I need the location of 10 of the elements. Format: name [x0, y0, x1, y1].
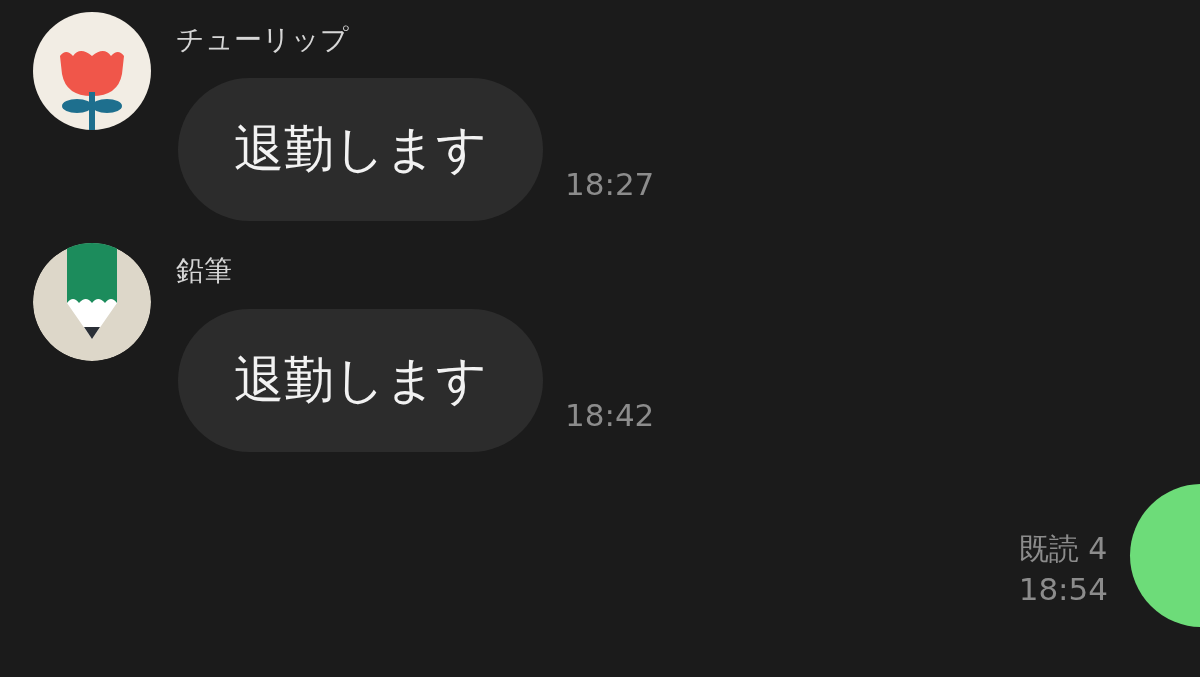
message-bubble: 退勤します: [178, 309, 543, 452]
message-time: 18:54: [1018, 570, 1108, 609]
pencil-avatar-icon[interactable]: [33, 243, 151, 361]
sender-name: チューリップ: [176, 22, 350, 58]
read-receipt: 既読 4: [1018, 530, 1108, 568]
message-time: 18:42: [565, 395, 655, 435]
sender-name: 鉛筆: [176, 253, 233, 289]
message-time: 18:27: [565, 164, 655, 204]
tulip-avatar-icon[interactable]: [33, 12, 151, 130]
message-bubble: 退勤します: [178, 78, 543, 221]
